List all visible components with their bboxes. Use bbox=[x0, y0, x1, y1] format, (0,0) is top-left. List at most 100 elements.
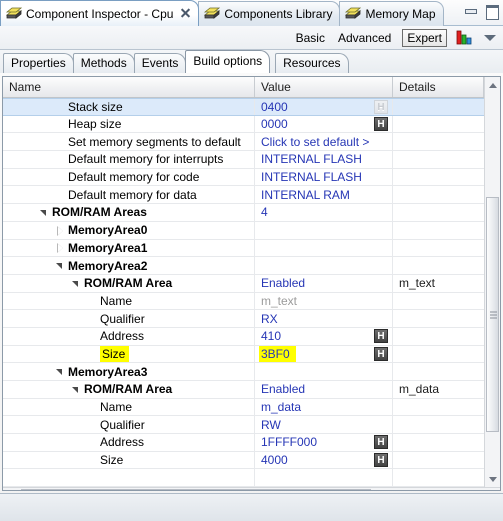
table-row[interactable]: Qualifier RX bbox=[3, 310, 484, 328]
minimize-icon[interactable] bbox=[464, 4, 477, 17]
cell-value[interactable] bbox=[255, 221, 393, 239]
collapse-arrow-icon[interactable] bbox=[71, 278, 82, 289]
table-row[interactable]: Default memory for code INTERNAL FLASH bbox=[3, 168, 484, 187]
editor-tab-component-inspector[interactable]: Component Inspector - Cpu bbox=[0, 0, 200, 26]
cell-value[interactable]: Enabled bbox=[255, 381, 393, 398]
cell-details[interactable] bbox=[393, 469, 484, 486]
hex-toggle-button[interactable]: H bbox=[374, 117, 388, 132]
cell-name[interactable]: Heap size bbox=[3, 115, 255, 133]
hex-toggle-button[interactable]: H bbox=[374, 329, 388, 344]
cell-value[interactable]: 0000 H bbox=[255, 115, 393, 133]
maximize-icon[interactable] bbox=[485, 4, 499, 20]
cell-value[interactable]: 410 H bbox=[255, 327, 393, 345]
table-row[interactable]: Name m_text bbox=[3, 292, 484, 311]
tab-build-options[interactable]: Build options bbox=[185, 50, 271, 73]
horizontal-scroll-thumb[interactable] bbox=[21, 489, 371, 490]
cell-value[interactable]: Click to set default > bbox=[255, 133, 393, 151]
cell-details[interactable] bbox=[393, 416, 484, 433]
cell-name[interactable]: Name bbox=[3, 292, 255, 310]
cell-details[interactable] bbox=[393, 452, 484, 469]
table-row[interactable] bbox=[3, 469, 484, 488]
cell-value[interactable]: INTERNAL FLASH bbox=[255, 151, 393, 168]
hex-toggle-button[interactable]: H bbox=[374, 453, 388, 468]
hex-toggle-button[interactable]: H bbox=[374, 346, 388, 361]
table-row[interactable]: Address 410 H bbox=[3, 327, 484, 346]
cell-value[interactable]: RW bbox=[255, 416, 393, 434]
tab-events[interactable]: Events bbox=[133, 53, 187, 73]
cell-details[interactable] bbox=[393, 240, 484, 257]
mode-expert-button[interactable]: Expert bbox=[402, 28, 447, 47]
cell-name[interactable]: Address bbox=[3, 327, 255, 345]
column-header-details[interactable]: Details bbox=[393, 77, 484, 97]
cell-name[interactable]: Stack size bbox=[3, 99, 255, 115]
collapse-arrow-icon[interactable] bbox=[71, 384, 82, 395]
scroll-left-button[interactable] bbox=[3, 488, 19, 490]
table-row[interactable]: Set memory segments to default Click to s… bbox=[3, 133, 484, 152]
cell-name[interactable]: Set memory segments to default bbox=[3, 133, 255, 151]
cell-name[interactable]: MemoryArea3 bbox=[3, 363, 255, 380]
table-row[interactable]: MemoryArea3 bbox=[3, 363, 484, 381]
cell-name[interactable]: Default memory for interrupts bbox=[3, 151, 255, 168]
table-row[interactable]: Address 1FFFF000 H bbox=[3, 434, 484, 452]
cell-details[interactable] bbox=[393, 310, 484, 327]
table-row[interactable]: ROM/RAM Area Enabled m_data bbox=[3, 381, 484, 399]
column-header-value[interactable]: Value bbox=[255, 77, 393, 97]
cell-details[interactable]: m_data bbox=[393, 381, 484, 398]
cell-details[interactable] bbox=[393, 222, 484, 239]
table-row[interactable]: Qualifier RW bbox=[3, 416, 484, 435]
view-menu-icon[interactable] bbox=[484, 34, 496, 41]
cell-name[interactable]: ROM/RAM Area bbox=[3, 274, 255, 292]
cell-details[interactable] bbox=[393, 434, 484, 451]
scroll-up-button[interactable] bbox=[485, 77, 500, 93]
cell-name[interactable]: MemoryArea0 bbox=[3, 221, 255, 239]
table-row[interactable]: ROM/RAM Area Enabled m_text bbox=[3, 274, 484, 293]
close-icon[interactable] bbox=[180, 8, 191, 19]
table-row[interactable]: Size 4000 H bbox=[3, 451, 484, 470]
cell-name[interactable]: Size bbox=[3, 451, 255, 469]
cell-details[interactable] bbox=[393, 346, 484, 363]
cell-value[interactable]: 4000 H bbox=[255, 451, 393, 469]
table-row[interactable]: Name m_data bbox=[3, 398, 484, 417]
expand-arrow-icon[interactable] bbox=[55, 225, 66, 236]
cell-name[interactable]: Qualifier bbox=[3, 310, 255, 327]
cell-name[interactable]: Size bbox=[3, 345, 255, 363]
collapse-arrow-icon[interactable] bbox=[55, 366, 66, 377]
table-row[interactable]: Stack size 0400 H bbox=[3, 98, 484, 116]
collapse-arrow-icon[interactable] bbox=[39, 207, 50, 218]
cell-details[interactable] bbox=[393, 151, 484, 168]
cell-name[interactable] bbox=[3, 469, 255, 487]
table-row[interactable]: Heap size 0000 H bbox=[3, 115, 484, 134]
bar-chart-icon[interactable] bbox=[456, 30, 473, 45]
hex-toggle-button[interactable]: H bbox=[374, 99, 388, 114]
cell-value[interactable]: m_text bbox=[255, 292, 393, 310]
cell-details[interactable] bbox=[393, 328, 484, 345]
cell-value[interactable] bbox=[255, 469, 393, 487]
cell-details[interactable] bbox=[393, 133, 484, 150]
horizontal-scrollbar[interactable] bbox=[3, 487, 500, 490]
cell-name[interactable]: Default memory for data bbox=[3, 186, 255, 204]
tab-properties[interactable]: Properties bbox=[3, 53, 74, 73]
cell-value[interactable]: m_data bbox=[255, 398, 393, 416]
table-row[interactable]: Default memory for interrupts INTERNAL FL… bbox=[3, 151, 484, 169]
cell-details[interactable] bbox=[393, 257, 484, 274]
hex-toggle-button[interactable]: H bbox=[374, 435, 388, 450]
cell-value[interactable]: INTERNAL RAM bbox=[255, 186, 393, 204]
cell-details[interactable] bbox=[393, 293, 484, 310]
cell-name[interactable]: ROM/RAM Areas bbox=[3, 204, 255, 221]
table-row[interactable]: MemoryArea1 bbox=[3, 239, 484, 258]
cell-details[interactable] bbox=[393, 169, 484, 186]
cell-name[interactable]: Address bbox=[3, 434, 255, 451]
table-row[interactable]: ROM/RAM Areas 4 bbox=[3, 204, 484, 222]
cell-details[interactable]: m_text bbox=[393, 275, 484, 292]
cell-value[interactable]: 4 bbox=[255, 204, 393, 221]
editor-tab-components-library[interactable]: Components Library bbox=[198, 1, 341, 26]
vertical-scrollbar[interactable] bbox=[484, 77, 500, 488]
cell-value[interactable] bbox=[255, 239, 393, 257]
cell-name[interactable]: ROM/RAM Area bbox=[3, 381, 255, 398]
cell-value[interactable]: 0400 H bbox=[255, 99, 393, 115]
cell-value[interactable]: RX bbox=[255, 310, 393, 327]
cell-details[interactable] bbox=[393, 116, 484, 133]
cell-value[interactable] bbox=[255, 257, 393, 274]
cell-name[interactable]: Name bbox=[3, 398, 255, 416]
scroll-down-button[interactable] bbox=[485, 471, 500, 487]
